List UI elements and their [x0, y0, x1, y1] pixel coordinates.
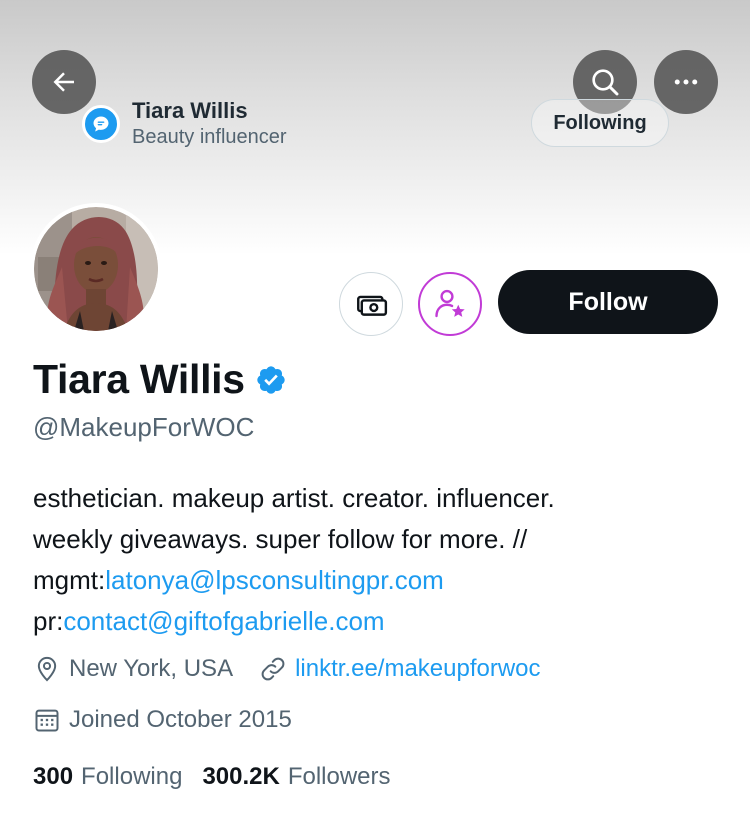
handle: @MakeupForWOC [33, 412, 255, 442]
display-name: Tiara Willis [33, 356, 245, 402]
more-button[interactable] [654, 50, 718, 114]
location: New York, USA [33, 655, 233, 683]
search-icon [592, 69, 619, 96]
follow-button[interactable]: Follow [498, 270, 718, 334]
calendar-icon [35, 709, 59, 732]
location-pin-icon [37, 656, 57, 682]
joined-row: Joined October 2015 [33, 706, 292, 734]
tip-button[interactable] [339, 272, 403, 336]
super-follow-button[interactable] [418, 272, 482, 336]
bio-mgmt-line: mgmt:latonya@lpsconsultingpr.com [33, 560, 723, 601]
profile-meta-row: New York, USA linktr.ee/makeupforwoc [33, 655, 541, 683]
website-link[interactable]: linktr.ee/makeupforwoc [295, 655, 540, 683]
bio-line: esthetician. makeup artist. creator. inf… [33, 483, 555, 513]
more-icon [674, 79, 698, 85]
bio-mgmt-prefix: mgmt: [33, 565, 106, 595]
following-count: 300 [33, 763, 74, 790]
joined: Joined October 2015 [33, 706, 292, 734]
display-name-row: Tiara Willis [33, 356, 287, 403]
website[interactable]: linktr.ee/makeupforwoc [259, 655, 541, 683]
avatar-photo [34, 207, 158, 331]
following-label: Following [81, 763, 183, 790]
pr-email-link[interactable]: contact@giftofgabrielle.com [63, 606, 384, 636]
bio-pr-line: pr:contact@giftofgabrielle.com [33, 601, 723, 642]
super-follow-icon [435, 289, 465, 318]
following-count-link[interactable]: 300 Following [33, 763, 182, 791]
followers-count-link[interactable]: 300.2K Followers [202, 763, 390, 791]
arrow-left-icon [53, 72, 74, 92]
following-button[interactable]: Following [531, 99, 669, 147]
location-text: New York, USA [69, 655, 234, 682]
mgmt-email-link[interactable]: latonya@lpsconsultingpr.com [105, 565, 444, 595]
money-icon [357, 295, 388, 316]
followers-label: Followers [287, 763, 391, 790]
bio-line: weekly giveaways. super follow for more.… [33, 524, 528, 554]
bio: esthetician. makeup artist. creator. inf… [33, 478, 723, 642]
joined-text: Joined October 2015 [69, 706, 292, 733]
header-subtitle: Beauty influencer [132, 126, 287, 148]
header-space-info[interactable]: Tiara Willis Beauty influencer [82, 98, 287, 150]
link-icon [261, 657, 285, 681]
avatar[interactable] [30, 203, 162, 335]
verified-badge-icon[interactable] [255, 364, 287, 396]
header-name: Tiara Willis [132, 98, 248, 123]
bio-pr-prefix: pr: [33, 606, 64, 636]
follow-stats: 300 Following 300.2K Followers [33, 763, 411, 791]
followers-count: 300.2K [202, 763, 280, 790]
speech-bubble-icon [82, 105, 120, 143]
